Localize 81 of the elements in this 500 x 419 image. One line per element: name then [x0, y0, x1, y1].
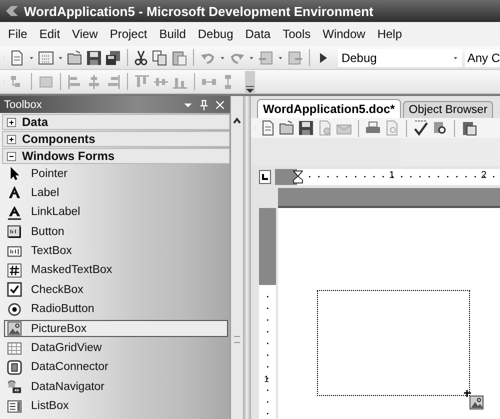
scrollbar[interactable] — [230, 96, 243, 419]
window-icon[interactable] — [38, 50, 54, 66]
menu-item[interactable]: Project — [104, 25, 152, 43]
hash-icon — [7, 262, 22, 278]
expand-icon[interactable] — [6, 116, 17, 128]
menu-item[interactable]: Build — [154, 25, 191, 43]
collapse-icon[interactable] — [6, 150, 17, 162]
align-top-icon[interactable] — [134, 74, 150, 90]
toolbox-item[interactable]: TextBox — [4, 242, 228, 260]
toolbar-overflow-button[interactable] — [245, 70, 255, 92]
menu-item[interactable]: Tools — [278, 25, 316, 43]
menu-item[interactable]: Edit — [34, 25, 66, 43]
menu-item[interactable]: File — [3, 25, 32, 43]
spell-check-icon[interactable] — [413, 120, 429, 136]
toolbox-item[interactable]: DataConnector — [4, 358, 228, 376]
pin-icon[interactable] — [198, 98, 210, 110]
toolbox-item[interactable]: MaskedTextBox — [4, 262, 228, 279]
toolbox-item[interactable]: DataNavigator — [4, 378, 228, 396]
align-left-icon[interactable] — [67, 74, 83, 90]
save-icon[interactable] — [298, 120, 314, 136]
save-icon[interactable] — [86, 50, 102, 66]
scissors-icon[interactable] — [133, 50, 150, 66]
ruler-number: 2 — [481, 170, 487, 181]
toolbox-item[interactable]: Pointer — [4, 165, 228, 182]
copy-icon[interactable] — [152, 50, 168, 66]
align-right-icon[interactable] — [105, 74, 121, 90]
document-tab[interactable]: WordApplication5.doc* — [257, 99, 401, 118]
tab-stop-selector[interactable] — [259, 170, 271, 184]
font-icon — [7, 185, 22, 200]
toolbox-group-header[interactable]: Windows Forms — [2, 148, 230, 164]
save-all-icon[interactable] — [105, 50, 121, 66]
print-icon[interactable] — [365, 120, 381, 136]
toolbox-item[interactable]: LinkLabel — [4, 204, 228, 221]
menu-item[interactable]: Debug — [192, 25, 238, 43]
menu-item[interactable]: Help — [372, 25, 407, 43]
expand-icon[interactable] — [6, 134, 17, 144]
close-icon[interactable] — [214, 98, 226, 110]
navigate-forward-icon[interactable] — [286, 50, 303, 66]
platform-dropdown[interactable]: Any C — [465, 48, 500, 66]
ruler-number: 1 — [264, 374, 270, 384]
toolbox-group-header[interactable]: Data — [2, 114, 230, 130]
radio-icon — [7, 302, 22, 317]
app-icon — [4, 3, 20, 19]
document-icon[interactable] — [9, 50, 25, 66]
image-icon — [7, 321, 22, 336]
table-icon — [7, 340, 22, 356]
database-arrows-icon — [7, 379, 22, 394]
caret-icon — [246, 86, 254, 92]
menu-item[interactable]: Data — [240, 25, 276, 43]
toolbox-item[interactable]: PictureBox — [4, 320, 228, 338]
menu-item[interactable]: Window — [318, 25, 370, 43]
toolbox-group-header[interactable]: Components — [2, 131, 230, 147]
document-tab[interactable]: Object Browser — [402, 101, 494, 118]
toolbox-item[interactable]: Label — [4, 184, 228, 202]
configuration-dropdown[interactable]: Debug — [338, 48, 462, 66]
menu-item[interactable]: View — [67, 25, 103, 43]
underlined-font-icon — [7, 204, 22, 220]
navigate-back-icon[interactable] — [258, 50, 274, 66]
indent-marker-icon[interactable] — [292, 168, 304, 186]
checkbox-icon — [7, 282, 22, 298]
toolbox-item[interactable]: ListBox — [4, 398, 228, 415]
text-field-icon — [7, 244, 22, 259]
align-center-icon[interactable] — [86, 74, 102, 90]
scroll-grip-icon — [234, 336, 240, 343]
clipboard-icon[interactable] — [461, 120, 477, 136]
toolbox-item[interactable]: DataGridView — [4, 340, 228, 357]
folder-icon[interactable] — [279, 120, 295, 136]
window-title: WordApplication5 - Microsoft Development Environment — [24, 4, 374, 18]
database-icon — [7, 360, 22, 375]
corner-icon — [261, 173, 269, 181]
button-icon — [7, 224, 22, 240]
crosshair-cursor-icon — [464, 390, 484, 410]
folder-icon[interactable] — [67, 50, 83, 66]
toolbox-item[interactable]: Button — [4, 223, 228, 240]
scroll-up-icon[interactable] — [232, 116, 242, 126]
toolbox-item[interactable]: CheckBox — [4, 281, 228, 298]
panel-title: Toolbox — [4, 98, 42, 110]
paste-icon[interactable] — [171, 50, 188, 66]
toolbox-item[interactable]: RadioButton — [4, 300, 228, 318]
document-icon[interactable] — [260, 120, 276, 136]
list-icon — [7, 398, 22, 414]
